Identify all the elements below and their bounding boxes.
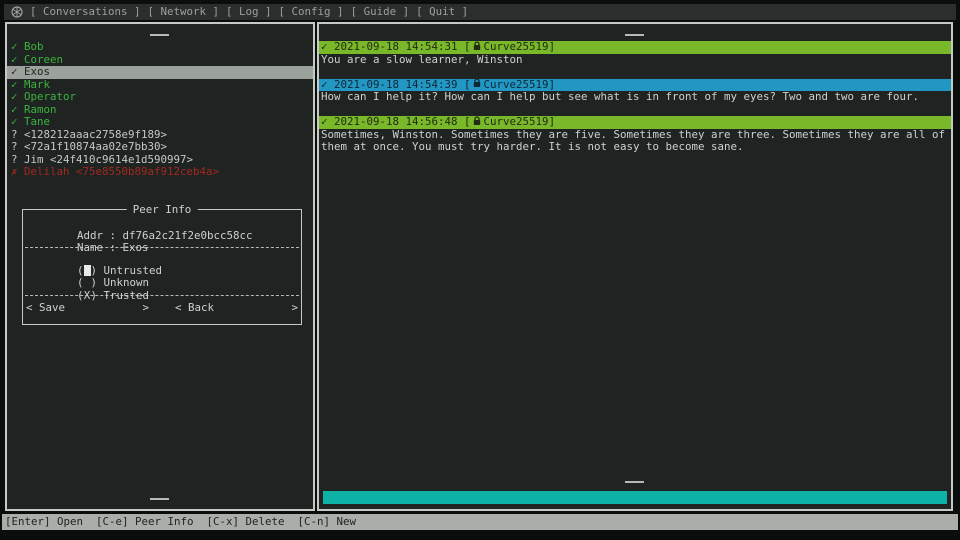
statusbar: [Enter] Open [C-e] Peer Info [C-x] Delet… — [2, 514, 958, 530]
paren-close: ) — [91, 276, 98, 289]
lock-icon — [473, 116, 481, 130]
contact-name: Mark — [24, 78, 50, 91]
contact-name: <72a1f10874aa02e7bb30> — [24, 140, 167, 153]
contact-list: ✓Bob ✓Coreen ✓Exos ✓Mark ✓Operator ✓Ramo… — [7, 41, 313, 179]
menu-item-quit[interactable]: [ Quit ] — [416, 4, 468, 20]
delivered-check-icon: ✓ — [321, 116, 328, 129]
menu-item-conversations[interactable]: [ Conversations ] — [30, 4, 141, 20]
text-cursor — [84, 265, 91, 276]
scroll-indicator-bottom — [150, 498, 169, 500]
contact-name: <128212aaac2758e9f189> — [24, 128, 167, 141]
dialog-title: Peer Info — [127, 203, 198, 216]
trusted-check-icon: ✓ — [11, 91, 24, 104]
peer-addr-label: Addr : — [77, 229, 116, 242]
delivered-check-icon: ✓ — [321, 41, 328, 54]
bracket-close: ] — [549, 41, 556, 54]
menu-item-config[interactable]: [ Config ] — [279, 4, 344, 20]
radio-label: Trusted — [104, 289, 150, 302]
message-text: You are a slow learner, Winston — [319, 54, 947, 67]
bracket-open: [ — [464, 41, 471, 54]
blocked-cross-icon: ✗ — [11, 166, 24, 179]
app-logo-icon — [11, 6, 23, 18]
message-text: Sometimes, Winston. Sometimes they are f… — [319, 129, 947, 154]
save-button[interactable]: < Save> — [26, 302, 149, 315]
radio-label: Unknown — [104, 276, 150, 289]
peer-info-dialog: Peer Info Addr :df76a2c21f2e0bcc58cc Nam… — [22, 209, 302, 325]
message-header: ✓ 2021-09-18 14:54:31 [ Curve25519] — [319, 41, 951, 54]
message-list: ✓ 2021-09-18 14:54:31 [ Curve25519] You are… — [319, 41, 951, 154]
arrow-left-icon: < — [175, 302, 182, 315]
contact-row[interactable]: ✗Delilah <75e8550b89af912ceb4a> — [7, 166, 313, 179]
radio-label: Untrusted — [104, 264, 163, 277]
conversation-panel: ✓ 2021-09-18 14:54:31 [ Curve25519] You are… — [317, 22, 953, 511]
peer-name-value: Exos — [123, 241, 149, 254]
contact-row[interactable]: ✓Ramon — [7, 104, 313, 117]
contact-name: Bob — [24, 40, 44, 53]
arrow-right-icon: > — [142, 302, 149, 315]
lock-icon — [473, 41, 481, 55]
contact-name: Tane — [24, 115, 50, 128]
bracket-close: ] — [549, 116, 556, 129]
menu-item-guide[interactable]: [ Guide ] — [351, 4, 410, 20]
arrow-left-icon: < — [26, 302, 33, 315]
hint-new: [C-n] New — [298, 514, 357, 530]
trusted-check-icon: ✓ — [11, 41, 24, 54]
message: ✓ 2021-09-18 14:56:48 [ Curve25519] Sometim… — [319, 116, 951, 154]
radio-mark-checked: X — [84, 290, 91, 301]
scroll-indicator-top — [150, 34, 169, 36]
contacts-panel: ✓Bob ✓Coreen ✓Exos ✓Mark ✓Operator ✓Ramo… — [5, 22, 315, 511]
paren-close: ) — [91, 264, 98, 277]
contact-name: Ramon — [24, 103, 57, 116]
back-button[interactable]: < Back> — [175, 302, 298, 315]
encryption-label: Curve25519 — [484, 41, 549, 54]
back-button-label: Back — [188, 302, 291, 315]
menu-item-log[interactable]: [ Log ] — [226, 4, 272, 20]
hint-delete: [C-x] Delete — [207, 514, 285, 530]
encryption-label: Curve25519 — [484, 116, 549, 129]
save-button-label: Save — [39, 302, 142, 315]
paren-close: ) — [91, 289, 98, 302]
bracket-open: [ — [464, 116, 471, 129]
hint-peer-info: [C-e] Peer Info — [96, 514, 194, 530]
message: ✓ 2021-09-18 14:54:31 [ Curve25519] You are… — [319, 41, 951, 66]
contact-name: Jim <24f410c9614e1d590997> — [24, 153, 193, 166]
contact-name: Coreen — [24, 53, 63, 66]
dialog-buttons: <Save> <Back> — [25, 302, 299, 315]
arrow-right-icon: > — [291, 302, 298, 315]
message-input[interactable] — [323, 491, 947, 504]
message-timestamp: 2021-09-18 14:54:31 — [334, 41, 458, 54]
peer-addr-value: df76a2c21f2e0bcc58cc — [123, 229, 253, 242]
contact-row[interactable]: ✓Coreen — [7, 54, 313, 67]
unknown-question-icon: ? — [11, 141, 24, 154]
peer-addr-row: Addr :df76a2c21f2e0bcc58cc — [25, 217, 299, 230]
app-window: [ Conversations ] [ Network ] [ Log ] [ … — [0, 0, 960, 540]
contact-name: Operator — [24, 90, 76, 103]
radio-mark — [84, 277, 91, 288]
scroll-indicator-top — [625, 34, 644, 36]
contact-name: Exos — [24, 65, 50, 78]
contact-name: Delilah <75e8550b89af912ceb4a> — [24, 165, 219, 178]
scroll-indicator-bottom — [625, 481, 644, 483]
hint-open: [Enter] Open — [5, 514, 83, 530]
trusted-check-icon: ✓ — [11, 66, 24, 79]
message-text: How can I help it? How can I help but se… — [319, 91, 947, 104]
trusted-check-icon: ✓ — [11, 116, 24, 129]
message-timestamp: 2021-09-18 14:56:48 — [334, 116, 458, 129]
message-header: ✓ 2021-09-18 14:56:48 [ Curve25519] — [319, 116, 951, 129]
menu-item-network[interactable]: [ Network ] — [148, 4, 220, 20]
message: ✓2021-09-18 14:54:39[Curve25519] How can… — [319, 79, 951, 104]
contact-row-selected[interactable]: ✓Exos — [7, 66, 313, 79]
menubar: [ Conversations ] [ Network ] [ Log ] [ … — [4, 4, 956, 20]
peer-name-label: Name : — [77, 241, 116, 254]
